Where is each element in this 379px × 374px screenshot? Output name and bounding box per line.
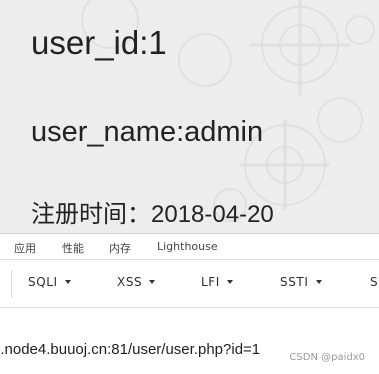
hackbar-toolbar: SQLI XSS LFI SSTI S [0, 260, 379, 308]
url-input[interactable]: b.node4.buuoj.cn:81/user/user.php?id=1 [0, 341, 260, 358]
tab-performance[interactable]: 性能 [62, 240, 84, 256]
ssti-menu-button[interactable]: SSTI [280, 275, 322, 293]
xss-menu-label: XSS [117, 275, 143, 289]
watermark-text: CSDN @paidx0 [289, 352, 365, 363]
overflow-menu-label: S [370, 275, 379, 289]
register-time-text: 注册时间：2018-04-20 [31, 201, 274, 228]
sqli-menu-button[interactable]: SQLI [28, 275, 71, 293]
xss-menu-button[interactable]: XSS [117, 275, 156, 293]
user-name-text: user_name:admin [31, 116, 264, 148]
page-content: user_id:1 user_name:admin 注册时间：2018-04-2… [0, 0, 379, 233]
tab-application[interactable]: 应用 [14, 240, 36, 256]
caret-down-icon [64, 279, 71, 284]
url-area: b.node4.buuoj.cn:81/user/user.php?id=1 C… [0, 308, 379, 374]
tab-lighthouse[interactable]: Lighthouse [157, 240, 218, 253]
sqli-menu-label: SQLI [28, 275, 58, 289]
ssti-menu-label: SSTI [280, 275, 309, 289]
toolbar-divider [11, 270, 12, 298]
lfi-menu-button[interactable]: LFI [201, 275, 233, 293]
devtools-tab-bar: 应用 性能 内存 Lighthouse [0, 233, 379, 260]
lfi-menu-label: LFI [201, 275, 220, 289]
caret-down-icon [315, 279, 322, 284]
caret-down-icon [149, 279, 156, 284]
user-id-text: user_id:1 [31, 24, 167, 61]
overflow-menu-button[interactable]: S [370, 275, 378, 293]
tab-memory[interactable]: 内存 [109, 240, 131, 256]
caret-down-icon [226, 279, 233, 284]
